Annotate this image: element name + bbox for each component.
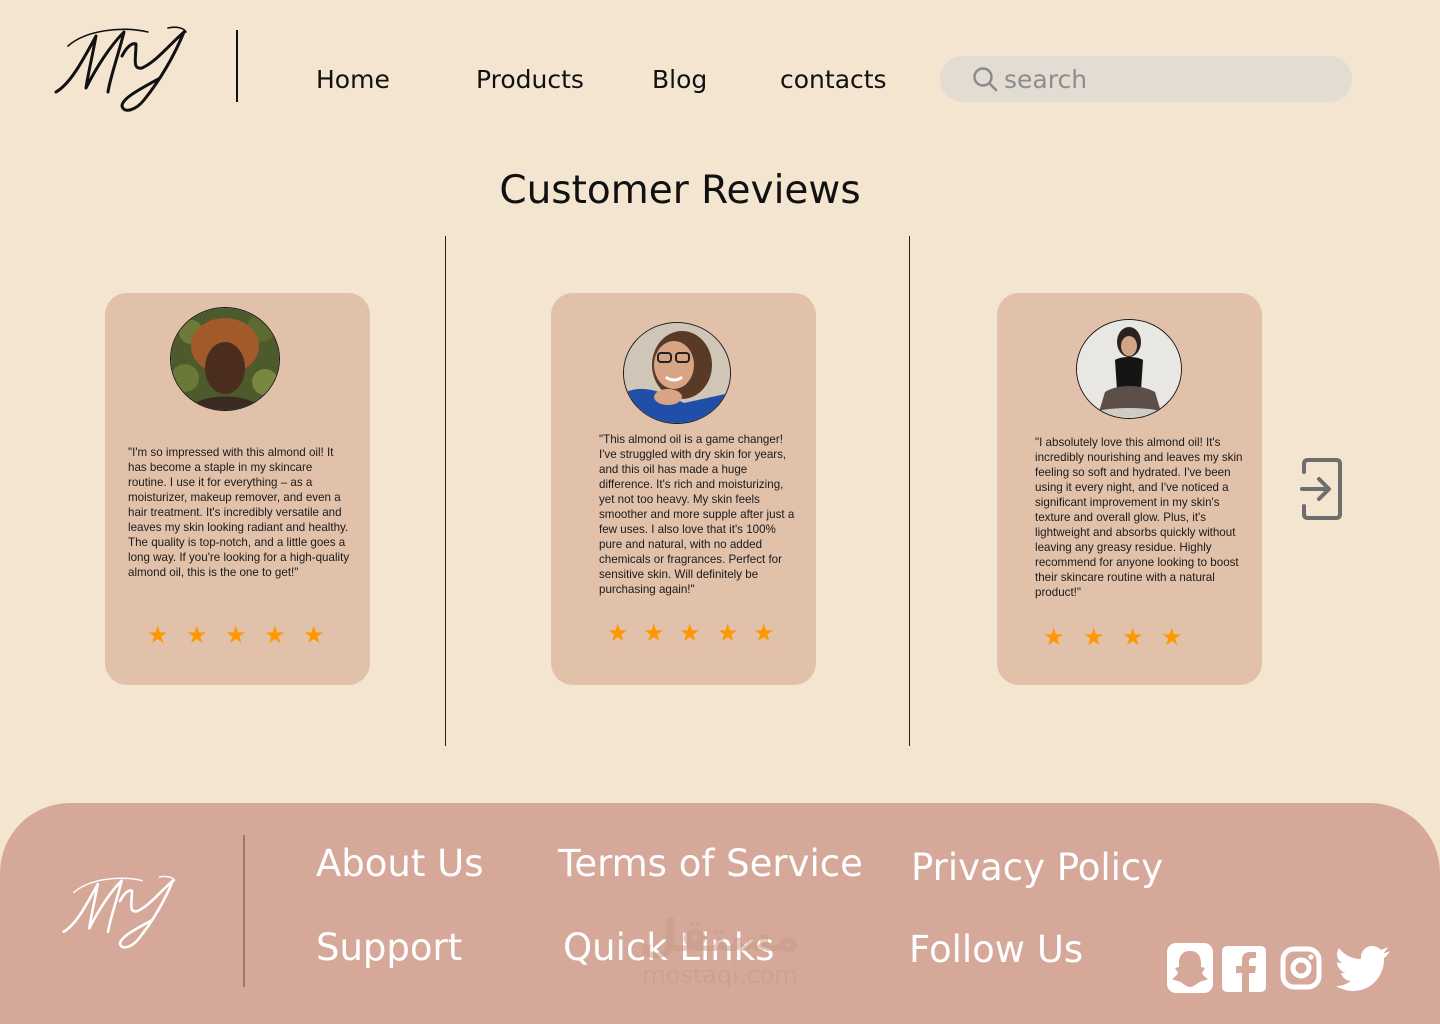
next-reviews-button[interactable] [1298,456,1346,522]
star-rating: ★ ★ ★ ★ ★ [607,621,789,645]
reviewer-avatar [170,307,280,411]
footer-logo[interactable] [60,872,180,954]
star-icon: ★ [1083,623,1105,651]
footer-link-follow-us[interactable]: Follow Us [909,928,1083,972]
watermark: مستقل mostaqi.com [600,911,840,989]
star-icon: ★ [1161,623,1183,651]
star-icon: ★ [753,619,775,647]
star-icon: ★ [264,621,286,649]
star-icon: ★ [1122,623,1144,651]
star-icon: ★ [186,621,208,649]
next-arrow-icon [1300,458,1342,520]
star-icon: ★ [643,619,665,647]
facebook-icon[interactable] [1221,941,1267,995]
twitter-icon[interactable] [1336,941,1392,995]
column-divider [909,236,910,746]
column-divider [445,236,446,746]
star-icon: ★ [303,621,325,649]
nav-home[interactable]: Home [316,64,390,96]
footer-link-about-us[interactable]: About Us [316,842,484,886]
footer-link-support[interactable]: Support [316,926,462,970]
review-card: "I absolutely love this almond oil! It's… [997,293,1262,685]
nav-contacts[interactable]: contacts [780,64,887,96]
reviewer-avatar [623,322,731,424]
review-card: "I'm so impressed with this almond oil! … [105,293,370,685]
nav-products[interactable]: Products [476,64,584,96]
star-icon: ★ [1043,623,1065,651]
star-rating: ★ ★ ★ ★ [1043,625,1200,649]
search-icon [973,67,998,92]
footer-divider [243,835,245,987]
snapchat-icon[interactable] [1166,941,1214,995]
search-bar[interactable] [940,56,1352,102]
watermark-arabic: مستقل [639,911,801,962]
review-text: "This almond oil is a game changer! I've… [599,433,795,596]
watermark-latin: mostaqi.com [642,961,798,989]
star-icon: ★ [717,619,739,647]
star-icon: ★ [225,621,247,649]
star-rating: ★ ★ ★ ★ ★ [147,623,342,647]
star-icon: ★ [679,619,701,647]
review-text: "I absolutely love this almond oil! It's… [1035,436,1243,599]
header-divider [236,30,238,102]
footer-link-terms-of-service[interactable]: Terms of Service [558,842,863,886]
nav-blog[interactable]: Blog [652,64,707,96]
review-card: "This almond oil is a game changer! I've… [551,293,816,685]
footer-link-privacy-policy[interactable]: Privacy Policy [911,846,1163,890]
instagram-icon[interactable] [1280,941,1322,995]
section-title: Customer Reviews [499,168,861,213]
star-icon: ★ [147,621,169,649]
review-text: "I'm so impressed with this almond oil! … [128,446,350,579]
star-icon: ★ [607,619,629,647]
brand-logo[interactable] [52,22,192,118]
search-input[interactable] [1002,63,1306,95]
reviewer-avatar [1076,319,1182,419]
